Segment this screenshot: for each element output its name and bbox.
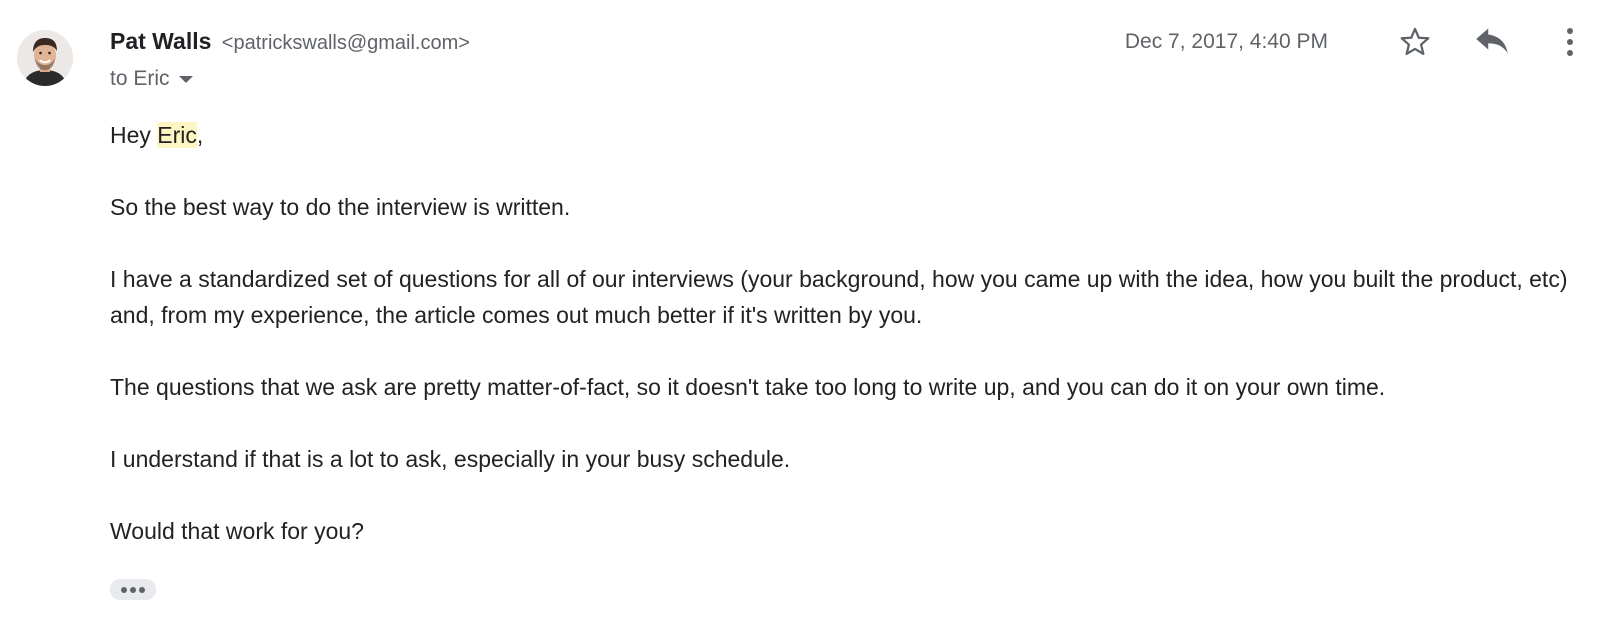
star-button[interactable] [1395,22,1435,62]
paragraph: I understand if that is a lot to ask, es… [110,446,791,472]
reply-icon [1476,28,1508,54]
avatar[interactable] [17,30,73,86]
more-vertical-icon [1567,28,1573,56]
person-photo-icon [17,30,73,86]
caret-down-icon[interactable] [178,75,193,83]
recipient-details-toggle[interactable]: to Eric [110,66,193,92]
ellipsis-icon [121,586,145,593]
greeting-prefix: Hey [110,122,158,148]
paragraph: I have a standardized set of questions f… [110,266,1568,328]
greeting-suffix: , [196,122,204,148]
paragraph: Would that work for you? [110,518,364,544]
paragraph: The questions that we ask are pretty mat… [110,374,1386,400]
paragraph: So the best way to do the interview is w… [110,194,571,220]
sender-name[interactable]: Pat Walls [110,28,211,54]
sender-line: Pat Walls <patrickswalls@gmail.com> [110,26,470,58]
sender-email[interactable]: <patrickswalls@gmail.com> [222,32,470,54]
greeting: Hey Eric, [110,117,1580,153]
show-trimmed-content-button[interactable] [110,579,156,600]
highlighted-name: Eric [157,122,197,148]
more-options-button[interactable] [1550,22,1590,62]
star-outline-icon [1400,27,1430,56]
message-date: Dec 7, 2017, 4:40 PM [1124,30,1328,53]
reply-button[interactable] [1472,22,1512,62]
message-body: Hey Eric, So the best way to do the inte… [110,117,1580,585]
recipient-label: to Eric [110,67,170,90]
